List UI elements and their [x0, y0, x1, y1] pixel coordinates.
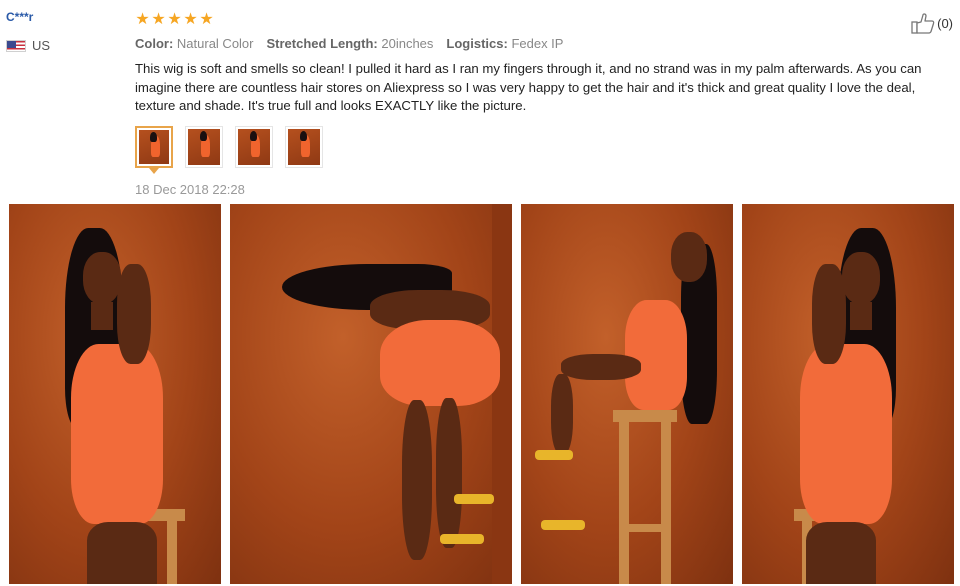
- reviewer-name[interactable]: C***r: [6, 10, 116, 24]
- star-icon: ★: [167, 11, 182, 28]
- review-thumbnail[interactable]: [235, 125, 273, 168]
- review-photo[interactable]: [9, 204, 221, 584]
- review-body: ★ ★ ★ ★ ★ Color: Natural Color Stretched…: [135, 12, 955, 197]
- review-photo[interactable]: [521, 204, 733, 584]
- attribute-length: Stretched Length: 20inches: [267, 36, 434, 51]
- review-thumbnail[interactable]: [185, 125, 223, 168]
- attribute-key: Color:: [135, 36, 174, 51]
- review-photo-gallery: [9, 204, 954, 584]
- star-icon: ★: [135, 11, 150, 28]
- review-thumbnail[interactable]: [135, 125, 173, 174]
- star-rating: ★ ★ ★ ★ ★: [135, 12, 955, 28]
- star-icon: ★: [151, 11, 166, 28]
- star-icon: ★: [183, 11, 198, 28]
- review-photo[interactable]: [230, 204, 512, 584]
- attribute-key: Logistics:: [446, 36, 508, 51]
- star-icon: ★: [199, 11, 214, 28]
- selected-pointer-icon: [149, 167, 159, 174]
- attribute-value: Natural Color: [176, 36, 254, 51]
- product-attributes: Color: Natural Color Stretched Length: 2…: [135, 36, 955, 51]
- country-code: US: [32, 38, 51, 53]
- review-date: 18 Dec 2018 22:28: [135, 181, 245, 197]
- attribute-logistics: Logistics: Fedex IP: [446, 36, 563, 51]
- attribute-value: Fedex IP: [511, 36, 564, 51]
- attribute-key: Stretched Length:: [266, 36, 378, 51]
- review-photo[interactable]: [742, 204, 954, 584]
- review-thumbnail[interactable]: [285, 125, 323, 168]
- attribute-value: 20inches: [381, 36, 434, 51]
- attribute-color: Color: Natural Color: [135, 36, 254, 51]
- review-text: This wig is soft and smells so clean! I …: [135, 61, 922, 113]
- review-thumbnails: [135, 125, 955, 174]
- reviewer-country: US: [6, 38, 116, 53]
- us-flag-icon: [6, 39, 26, 52]
- reviewer-info: C***r US: [6, 10, 116, 53]
